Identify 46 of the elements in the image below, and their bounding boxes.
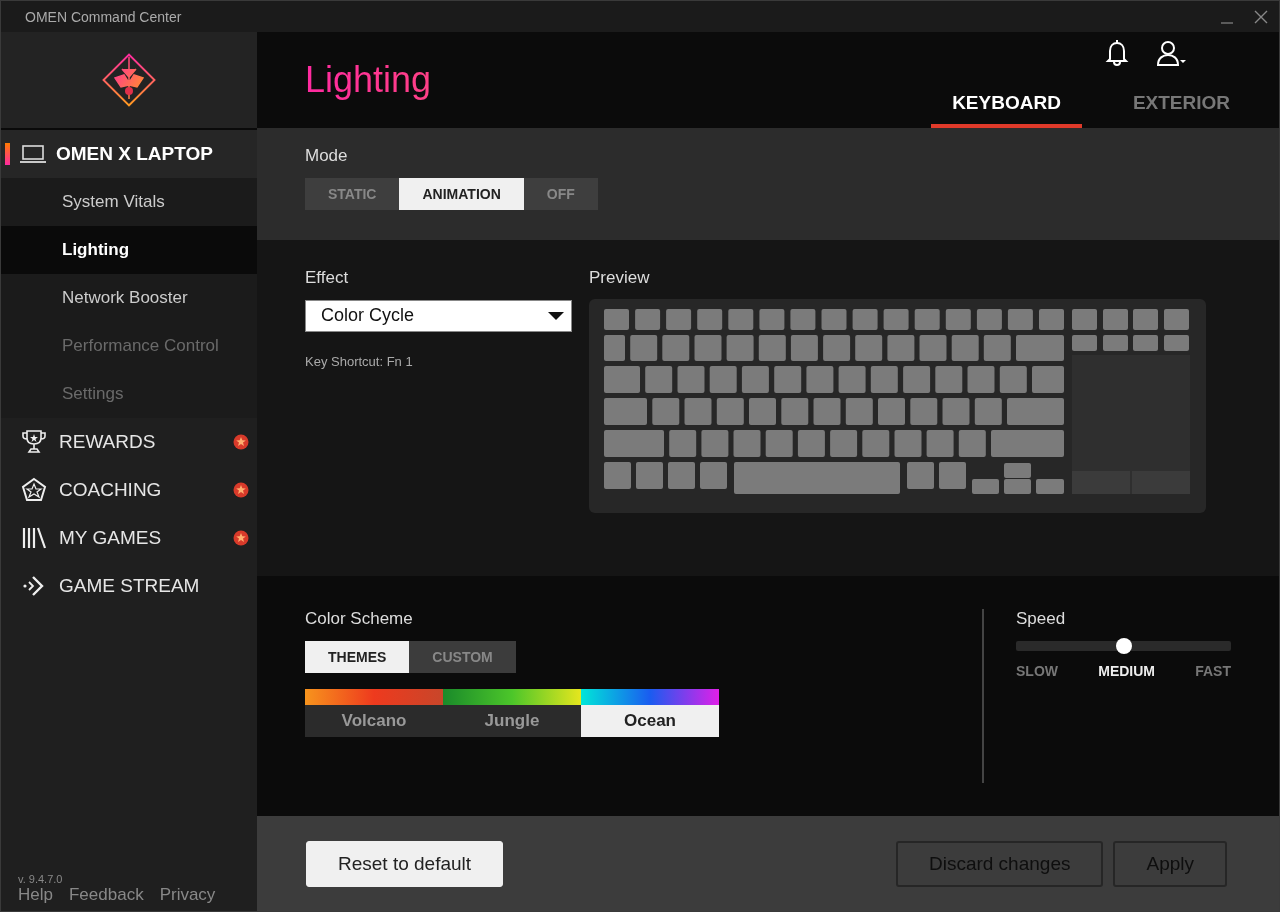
section-label: REWARDS xyxy=(59,431,157,453)
theme-option[interactable]: Ocean xyxy=(581,689,719,738)
speed-slider[interactable] xyxy=(1016,641,1231,652)
user-menu-icon[interactable] xyxy=(1157,40,1187,66)
speed-label[interactable]: FAST xyxy=(1195,663,1231,680)
theme-option[interactable]: Volcano xyxy=(305,689,443,738)
footer-link[interactable]: Feedback xyxy=(68,885,144,905)
section-label: Mode xyxy=(305,145,349,166)
sidebar-section[interactable]: COACHING xyxy=(1,466,257,514)
section-label: GAME STREAM xyxy=(59,575,201,597)
sidebar-section[interactable]: GAME STREAM xyxy=(1,562,257,610)
slider-thumb[interactable] xyxy=(1115,638,1132,655)
footer-link[interactable]: Privacy xyxy=(159,885,216,905)
device-item[interactable]: OMEN X LAPTOP xyxy=(1,130,257,178)
trophy-icon xyxy=(21,429,47,455)
tab[interactable]: EXTERIOR xyxy=(1111,91,1251,128)
speed-label[interactable]: MEDIUM xyxy=(1098,663,1155,680)
section-label: COACHING xyxy=(59,479,163,501)
effect-dropdown[interactable]: Color Cycle xyxy=(305,299,572,332)
selection-bar xyxy=(5,143,10,165)
window-title: OMEN Command Center xyxy=(25,8,183,25)
theme-option[interactable]: Jungle xyxy=(443,689,581,738)
library-icon xyxy=(21,525,47,551)
logo-icon xyxy=(100,51,158,109)
sidebar-section[interactable]: REWARDS xyxy=(1,418,257,466)
version-text: v. 9.4.7.0 xyxy=(18,873,64,885)
sidebar-section[interactable]: MY GAMES xyxy=(1,514,257,562)
section-label: Effect xyxy=(305,267,350,288)
sidebar-item[interactable]: System Vitals xyxy=(1,178,257,226)
speed-label[interactable]: SLOW xyxy=(1016,663,1058,680)
close-icon[interactable] xyxy=(1254,9,1268,24)
section-label: MY GAMES xyxy=(59,527,163,549)
shortcut-text: Key Shortcut: Fn 1 xyxy=(305,353,414,369)
pentagon-star-icon xyxy=(21,477,47,503)
section-label: Color Scheme xyxy=(305,609,414,630)
sidebar-item[interactable]: Lighting xyxy=(1,226,257,274)
bell-icon[interactable] xyxy=(1105,40,1129,66)
section-label: Preview xyxy=(589,267,651,288)
section-label: Speed xyxy=(1016,609,1067,630)
sidebar-item[interactable]: Network Booster xyxy=(1,274,257,322)
footer-button[interactable]: Reset to default xyxy=(306,840,504,887)
laptop-icon xyxy=(20,144,46,164)
caret-icon xyxy=(547,310,565,321)
mode-option[interactable]: ANIMATION xyxy=(399,177,524,210)
footer-link[interactable]: Help xyxy=(18,885,53,905)
scheme-tab[interactable]: THEMES xyxy=(305,641,410,674)
